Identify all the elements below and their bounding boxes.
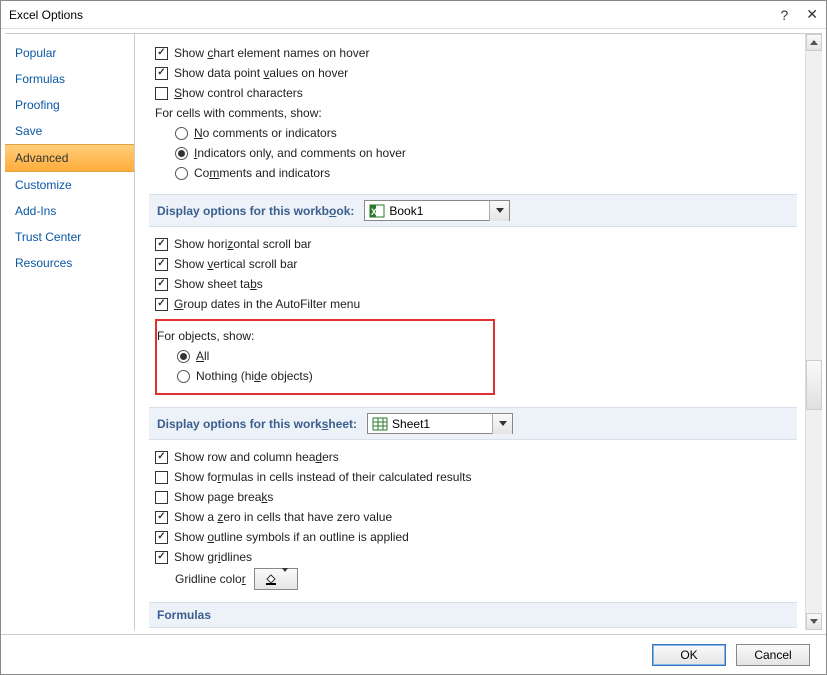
label-v-scroll: Show vertical scroll bar bbox=[174, 257, 297, 271]
checkbox-chart-names[interactable] bbox=[155, 47, 168, 60]
checkbox-data-point[interactable] bbox=[155, 67, 168, 80]
chevron-down-icon bbox=[280, 572, 288, 586]
label-zero: Show a zero in cells that have zero valu… bbox=[174, 510, 392, 524]
excel-workbook-icon: X bbox=[369, 203, 385, 219]
label-show-formulas: Show formulas in cells instead of their … bbox=[174, 470, 471, 484]
section-formulas: Formulas bbox=[149, 602, 797, 628]
label-control-chars: Show control characters bbox=[174, 86, 303, 100]
sidebar-item-advanced[interactable]: Advanced bbox=[5, 144, 134, 172]
checkbox-headers[interactable] bbox=[155, 451, 168, 464]
excel-worksheet-icon bbox=[372, 416, 388, 432]
label-headers: Show row and column headers bbox=[174, 450, 339, 464]
sidebar: Popular Formulas Proofing Save Advanced … bbox=[5, 34, 135, 630]
combo-worksheet-dropdown[interactable] bbox=[492, 414, 512, 434]
checkbox-outline[interactable] bbox=[155, 531, 168, 544]
sidebar-item-customize[interactable]: Customize bbox=[5, 172, 134, 198]
dialog-footer: OK Cancel bbox=[1, 634, 826, 674]
combo-workbook-dropdown[interactable] bbox=[489, 201, 509, 221]
section-workbook: Display options for this workbook: X Boo… bbox=[149, 194, 797, 227]
dialog-title: Excel Options bbox=[9, 8, 780, 22]
checkbox-control-chars[interactable] bbox=[155, 87, 168, 100]
objects-highlight: For objects, show: All Nothing (hide obj… bbox=[155, 319, 495, 395]
section-worksheet: Display options for this worksheet: Shee… bbox=[149, 407, 797, 440]
combo-workbook-value: Book1 bbox=[389, 204, 489, 218]
label-no-comments: No comments or indicators bbox=[194, 126, 337, 140]
checkbox-page-breaks[interactable] bbox=[155, 491, 168, 504]
checkbox-group-dates[interactable] bbox=[155, 298, 168, 311]
radio-objects-nothing[interactable] bbox=[177, 370, 190, 383]
gridline-color-button[interactable] bbox=[254, 568, 298, 590]
help-icon[interactable]: ? bbox=[780, 7, 788, 23]
radio-comments-and[interactable] bbox=[175, 167, 188, 180]
titlebar: Excel Options ? ✕ bbox=[1, 1, 826, 29]
scroll-up-button[interactable] bbox=[806, 34, 822, 51]
label-objects-heading: For objects, show: bbox=[157, 329, 254, 343]
checkbox-gridlines[interactable] bbox=[155, 551, 168, 564]
combo-worksheet-value: Sheet1 bbox=[392, 417, 492, 431]
checkbox-h-scroll[interactable] bbox=[155, 238, 168, 251]
label-page-breaks: Show page breaks bbox=[174, 490, 273, 504]
label-gridline-color: Gridline color bbox=[175, 572, 246, 586]
label-group-dates: Group dates in the AutoFilter menu bbox=[174, 297, 360, 311]
sidebar-item-popular[interactable]: Popular bbox=[5, 40, 134, 66]
ok-button[interactable]: OK bbox=[652, 644, 726, 666]
section-formulas-title: Formulas bbox=[157, 608, 211, 622]
radio-objects-all[interactable] bbox=[177, 350, 190, 363]
sidebar-item-save[interactable]: Save bbox=[5, 118, 134, 144]
options-content: Show chart element names on hover Show d… bbox=[135, 34, 805, 630]
section-worksheet-title: Display options for this worksheet: bbox=[157, 417, 357, 431]
close-icon[interactable]: ✕ bbox=[806, 6, 818, 23]
checkbox-zero[interactable] bbox=[155, 511, 168, 524]
sidebar-item-proofing[interactable]: Proofing bbox=[5, 92, 134, 118]
label-gridlines: Show gridlines bbox=[174, 550, 252, 564]
combo-worksheet[interactable]: Sheet1 bbox=[367, 413, 513, 434]
scroll-thumb[interactable] bbox=[806, 360, 822, 410]
checkbox-v-scroll[interactable] bbox=[155, 258, 168, 271]
scroll-track[interactable] bbox=[806, 51, 822, 613]
label-comments-and: Comments and indicators bbox=[194, 166, 330, 180]
sidebar-item-formulas[interactable]: Formulas bbox=[5, 66, 134, 92]
label-sheet-tabs: Show sheet tabs bbox=[174, 277, 263, 291]
vertical-scrollbar[interactable] bbox=[805, 34, 822, 630]
label-outline: Show outline symbols if an outline is ap… bbox=[174, 530, 409, 544]
label-chart-names: Show chart element names on hover bbox=[174, 46, 369, 60]
sidebar-item-resources[interactable]: Resources bbox=[5, 250, 134, 276]
sidebar-item-addins[interactable]: Add-Ins bbox=[5, 198, 134, 224]
radio-no-comments[interactable] bbox=[175, 127, 188, 140]
checkbox-sheet-tabs[interactable] bbox=[155, 278, 168, 291]
label-indicators-only: Indicators only, and comments on hover bbox=[194, 146, 406, 160]
excel-options-dialog: Excel Options ? ✕ Popular Formulas Proof… bbox=[0, 0, 827, 675]
cancel-button[interactable]: Cancel bbox=[736, 644, 810, 666]
radio-indicators-only[interactable] bbox=[175, 147, 188, 160]
sidebar-item-trust-center[interactable]: Trust Center bbox=[5, 224, 134, 250]
label-comments-heading: For cells with comments, show: bbox=[155, 106, 322, 120]
label-objects-all: All bbox=[196, 349, 209, 363]
svg-text:X: X bbox=[371, 207, 377, 217]
section-workbook-title: Display options for this workbook: bbox=[157, 204, 354, 218]
combo-workbook[interactable]: X Book1 bbox=[364, 200, 510, 221]
label-h-scroll: Show horizontal scroll bar bbox=[174, 237, 311, 251]
checkbox-show-formulas[interactable] bbox=[155, 471, 168, 484]
label-objects-nothing: Nothing (hide objects) bbox=[196, 369, 313, 383]
scroll-down-button[interactable] bbox=[806, 613, 822, 630]
label-data-point: Show data point values on hover bbox=[174, 66, 348, 80]
paint-bucket-icon bbox=[264, 572, 278, 586]
